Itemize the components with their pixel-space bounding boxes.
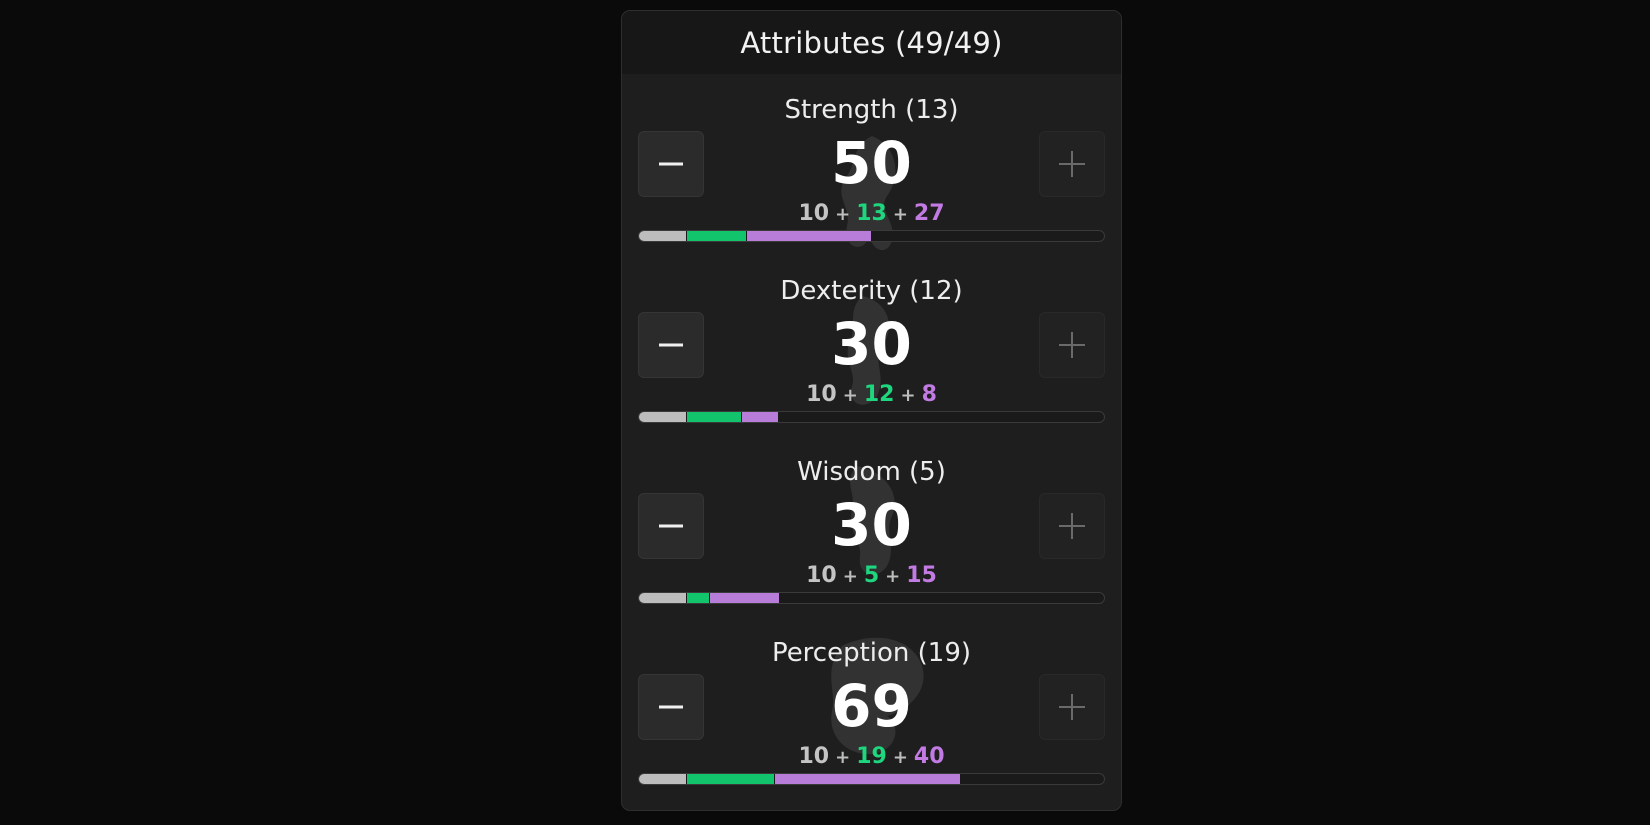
plus-separator: +: [900, 385, 916, 406]
attribute-breakdown: 10 +5 +15: [622, 563, 1121, 588]
attribute-label: Dexterity (12): [780, 276, 963, 306]
plus-separator: +: [835, 747, 851, 768]
bar-segment-base: [639, 593, 686, 603]
panel-title: Attributes (49/49): [740, 25, 1003, 60]
increase-perception-button[interactable]: [1039, 674, 1105, 740]
bar-segment-base: [639, 774, 686, 784]
plus-icon: [1059, 151, 1085, 177]
bar-segment-allocated: [685, 593, 709, 603]
base-value: 10: [806, 563, 837, 588]
attribute-progress-bar: [638, 411, 1105, 423]
base-value: 10: [806, 382, 837, 407]
increase-dexterity-button[interactable]: [1039, 312, 1105, 378]
bar-segment-base: [639, 231, 686, 241]
allocated-value: 13: [856, 201, 887, 226]
allocated-value: 12: [863, 382, 895, 407]
base-value: 10: [798, 201, 830, 226]
bonus-value: 40: [913, 744, 945, 769]
attribute-row-strength: Strength (13) 50 10 +13 +27: [622, 81, 1121, 262]
attribute-breakdown: 10 +13 +27: [622, 201, 1121, 226]
attribute-breakdown: 10 +19 +40: [622, 744, 1121, 769]
increase-strength-button[interactable]: [1039, 131, 1105, 197]
attribute-label: Perception (19): [771, 638, 972, 668]
attribute-progress-bar: [638, 592, 1105, 604]
attribute-progress-bar: [638, 230, 1105, 242]
plus-icon: [1059, 694, 1085, 720]
bar-segment-allocated: [685, 774, 774, 784]
attribute-progress-bar: [638, 773, 1105, 785]
plus-icon: [1059, 332, 1085, 358]
plus-separator: +: [892, 747, 908, 768]
bar-segment-base: [639, 412, 686, 422]
bar-segment-allocated: [685, 412, 742, 422]
attribute-label: Strength (13): [784, 95, 959, 125]
attributes-panel: Attributes (49/49) Strength (13) 50 10 +1…: [621, 10, 1122, 811]
bar-segment-allocated: [685, 231, 746, 241]
plus-separator: +: [885, 566, 901, 587]
plus-separator: +: [892, 204, 908, 225]
allocated-value: 19: [856, 744, 887, 769]
bonus-value: 15: [906, 563, 937, 588]
panel-header: Attributes (49/49): [622, 11, 1121, 74]
plus-separator: +: [842, 566, 858, 587]
allocated-value: 5: [863, 563, 880, 588]
increase-wisdom-button[interactable]: [1039, 493, 1105, 559]
attribute-row-perception: Perception (19) 69 10 +19 +40: [622, 624, 1121, 805]
bonus-value: 27: [913, 201, 945, 226]
attribute-label: Wisdom (5): [797, 457, 946, 487]
base-value: 10: [798, 744, 830, 769]
plus-separator: +: [835, 204, 851, 225]
plus-icon: [1059, 513, 1085, 539]
attribute-breakdown: 10 +12 +8: [622, 382, 1121, 407]
bar-segment-bonus: [773, 774, 960, 784]
bar-segment-bonus: [741, 412, 779, 422]
attribute-row-dexterity: Dexterity (12) 30 10 +12 +8: [622, 262, 1121, 443]
plus-separator: +: [842, 385, 858, 406]
bar-segment-bonus: [708, 593, 779, 603]
bar-segment-bonus: [745, 231, 872, 241]
bonus-value: 8: [921, 382, 937, 407]
attribute-row-wisdom: Wisdom (5) 30 10 +5 +15: [622, 443, 1121, 624]
